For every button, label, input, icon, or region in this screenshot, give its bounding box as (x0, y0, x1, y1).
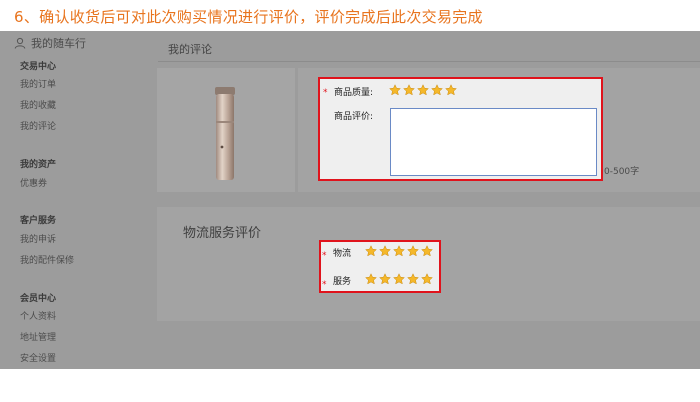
star-icon[interactable] (365, 245, 377, 257)
sidebar-item-address[interactable]: 地址管理 (20, 330, 56, 343)
sidebar-group-service: 客户服务 (20, 216, 57, 226)
star-icon[interactable] (417, 84, 429, 96)
star-icon[interactable] (389, 84, 401, 96)
logistics-rating-highlight: * 物流 * 服务 (319, 240, 441, 293)
star-icon[interactable] (421, 273, 433, 285)
screenshot-area: 我的随车行 交易中心 我的订单 我的收藏 我的评论 我的资产 优惠券 客户服务 … (0, 31, 700, 369)
sidebar-item-security[interactable]: 安全设置 (20, 351, 56, 364)
comment-textarea[interactable] (390, 108, 597, 176)
star-icon[interactable] (393, 273, 405, 285)
sidebar-group-assets: 我的资产 (20, 160, 57, 170)
star-icon[interactable] (379, 245, 391, 257)
sidebar-item-coupons[interactable]: 优惠券 (20, 176, 47, 189)
sidebar-item-favorites[interactable]: 我的收藏 (20, 98, 56, 111)
star-icon[interactable] (379, 273, 391, 285)
logistics-section-title: 物流服务评价 (183, 226, 262, 241)
sidebar-item-reviews[interactable]: 我的评论 (20, 119, 56, 132)
comment-length-hint: 0-500字 (604, 167, 640, 177)
quality-label: 商品质量: (334, 88, 374, 98)
page-title: 我的评论 (168, 43, 212, 56)
service-stars[interactable] (365, 273, 433, 285)
star-icon[interactable] (365, 273, 377, 285)
product-review-highlight: * 商品质量: 商品评价: (318, 77, 603, 181)
sidebar-item-profile[interactable]: 个人资料 (20, 309, 56, 322)
service-label: 服务 (333, 277, 352, 287)
required-mark: * (322, 251, 327, 261)
sidebar-item-orders[interactable]: 我的订单 (20, 77, 56, 90)
sidebar-user[interactable]: 我的随车行 (14, 35, 86, 51)
sidebar-item-warranty[interactable]: 我的配件保修 (20, 253, 74, 266)
required-mark: * (323, 88, 328, 98)
product-thumbnail[interactable] (210, 85, 240, 183)
user-icon (14, 37, 26, 49)
star-icon[interactable] (407, 273, 419, 285)
star-icon[interactable] (445, 84, 457, 96)
star-icon[interactable] (393, 245, 405, 257)
sidebar-group-trade: 交易中心 (20, 62, 57, 72)
instruction-caption: 6、确认收货后可对此次购买情况进行评价，评价完成后此次交易完成 (14, 8, 483, 26)
logistics-stars[interactable] (365, 245, 433, 257)
sidebar-item-appeals[interactable]: 我的申诉 (20, 232, 56, 245)
star-icon[interactable] (403, 84, 415, 96)
sidebar: 我的随车行 交易中心 我的订单 我的收藏 我的评论 我的资产 优惠券 客户服务 … (0, 31, 150, 369)
star-icon[interactable] (431, 84, 443, 96)
sidebar-group-member: 会员中心 (20, 294, 57, 304)
star-icon[interactable] (407, 245, 419, 257)
comment-label: 商品评价: (334, 112, 374, 122)
required-mark: * (322, 280, 327, 290)
logistics-label: 物流 (333, 249, 352, 259)
title-divider (158, 61, 700, 62)
sidebar-user-label: 我的随车行 (31, 37, 86, 50)
star-icon[interactable] (421, 245, 433, 257)
quality-stars[interactable] (389, 84, 457, 96)
